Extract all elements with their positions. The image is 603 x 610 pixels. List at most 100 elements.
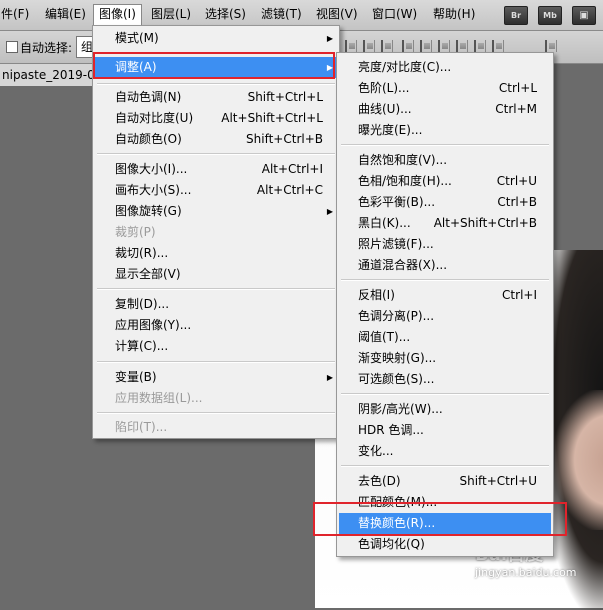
menu-item-label: 复制(D)... (115, 297, 170, 311)
menu-item-shortcut: Alt+Ctrl+I (261, 162, 323, 176)
menu-item-shortcut: Alt+Shift+Ctrl+L (221, 111, 323, 125)
mini-bridge-button[interactable]: Mb (538, 6, 562, 25)
menu-item-reveal-all[interactable]: 显示全部(V) (95, 264, 337, 285)
auto-align-layers-icon[interactable] (545, 40, 557, 52)
menu-view[interactable]: 视图(V) (311, 4, 363, 25)
watermark-url: jingyan.baidu.com (475, 566, 577, 579)
menu-separator (97, 153, 335, 155)
menu-item-hdr-toning[interactable]: HDR 色调... (339, 420, 551, 441)
align-middle-icon[interactable] (363, 40, 375, 52)
menu-item-label: 色调分离(P)... (358, 309, 435, 323)
menu-item-shortcut: Shift+Ctrl+U (459, 474, 537, 488)
menu-item-exposure[interactable]: 曝光度(E)... (339, 120, 551, 141)
auto-select-checkbox[interactable] (6, 41, 18, 53)
distribute-center-icon[interactable] (474, 40, 486, 52)
menu-image[interactable]: 图像(I) (93, 4, 142, 25)
menu-item-label: 自动色调(N) (115, 90, 182, 104)
menu-help[interactable]: 帮助(H) (428, 4, 480, 25)
menu-item-image-size[interactable]: 图像大小(I)... Alt+Ctrl+I (95, 159, 337, 180)
align-bottom-icon[interactable] (381, 40, 393, 52)
distribute-right-icon[interactable] (492, 40, 504, 52)
screen-mode-icon[interactable]: ▣ (572, 6, 596, 25)
menu-item-auto-tone[interactable]: 自动色调(N) Shift+Ctrl+L (95, 87, 337, 108)
menu-item-trim[interactable]: 裁切(R)... (95, 243, 337, 264)
menu-item-shortcut: Ctrl+I (502, 288, 537, 302)
menu-item-label: 亮度/对比度(C)... (358, 60, 452, 74)
menu-item-label: 裁切(R)... (115, 246, 169, 260)
menu-edit[interactable]: 编辑(E) (40, 4, 91, 25)
menu-item-label: 曲线(U)... (358, 102, 412, 116)
align-top-icon[interactable] (345, 40, 357, 52)
menu-filter[interactable]: 滤镜(T) (256, 4, 307, 25)
menu-item-calculations[interactable]: 计算(C)... (95, 336, 337, 357)
menu-item-label: 反相(I) (358, 288, 395, 302)
menu-item-auto-contrast[interactable]: 自动对比度(U) Alt+Shift+Ctrl+L (95, 108, 337, 129)
menu-item-apply-data-set[interactable]: 应用数据组(L)... (95, 388, 337, 409)
menu-item-auto-color[interactable]: 自动颜色(O) Shift+Ctrl+B (95, 129, 337, 150)
menu-item-selective-color[interactable]: 可选颜色(S)... (339, 369, 551, 390)
menu-item-variations[interactable]: 变化... (339, 441, 551, 462)
menu-item-label: 黑白(K)... (358, 216, 411, 230)
menu-item-trap[interactable]: 陷印(T)... (95, 417, 337, 438)
menu-select[interactable]: 选择(S) (200, 4, 251, 25)
menu-item-label: 图像旋转(G) (115, 204, 182, 218)
menu-item-label: 模式(M) (115, 31, 159, 45)
menu-item-label: 通道混合器(X)... (358, 258, 448, 272)
distribute-middle-icon[interactable] (420, 40, 432, 52)
menu-item-image-rotation[interactable]: 图像旋转(G) ▶ (95, 201, 337, 222)
menu-item-black-white[interactable]: 黑白(K)... Alt+Shift+Ctrl+B (339, 213, 551, 234)
adjustments-submenu: 亮度/对比度(C)... 色阶(L)... Ctrl+L 曲线(U)... Ctrl… (336, 52, 554, 557)
menu-file[interactable]: 件(F) (0, 4, 34, 25)
menu-item-threshold[interactable]: 阈值(T)... (339, 327, 551, 348)
menu-item-posterize[interactable]: 色调分离(P)... (339, 306, 551, 327)
distribute-left-icon[interactable] (456, 40, 468, 52)
document-tab[interactable]: nipaste_2019-08-1 (0, 64, 95, 86)
menu-item-variables[interactable]: 变量(B) ▶ (95, 367, 337, 388)
menu-item-label: 画布大小(S)... (115, 183, 192, 197)
menu-item-label: 可选颜色(S)... (358, 372, 435, 386)
menu-item-gradient-map[interactable]: 渐变映射(G)... (339, 348, 551, 369)
menu-item-shortcut: Shift+Ctrl+B (246, 132, 323, 146)
menu-item-color-balance[interactable]: 色彩平衡(B)... Ctrl+B (339, 192, 551, 213)
menu-window[interactable]: 窗口(W) (367, 4, 422, 25)
menu-item-shortcut: Shift+Ctrl+L (247, 90, 323, 104)
menu-item-label: 曝光度(E)... (358, 123, 423, 137)
menu-item-vibrance[interactable]: 自然饱和度(V)... (339, 150, 551, 171)
menu-item-crop[interactable]: 裁剪(P) (95, 222, 337, 243)
menu-item-desaturate[interactable]: 去色(D) Shift+Ctrl+U (339, 471, 551, 492)
menu-item-label: 显示全部(V) (115, 267, 181, 281)
submenu-arrow-icon: ▶ (326, 207, 333, 216)
menu-item-hue-saturation[interactable]: 色相/饱和度(H)... Ctrl+U (339, 171, 551, 192)
menu-item-shadows-highlights[interactable]: 阴影/高光(W)... (339, 399, 551, 420)
menu-item-label: 去色(D) (358, 474, 401, 488)
image-menu-dropdown: 模式(M) ▶ 调整(A) ▶ 自动色调(N) Shift+Ctrl+L 自动对比度(… (92, 25, 340, 439)
menu-item-photo-filter[interactable]: 照片滤镜(F)... (339, 234, 551, 255)
distribute-top-icon[interactable] (402, 40, 414, 52)
menu-separator (341, 465, 549, 467)
menu-item-invert[interactable]: 反相(I) Ctrl+I (339, 285, 551, 306)
menu-item-label: 色相/饱和度(H)... (358, 174, 452, 188)
menu-item-label: 自动对比度(U) (115, 111, 194, 125)
menu-item-duplicate[interactable]: 复制(D)... (95, 294, 337, 315)
menu-separator (97, 361, 335, 363)
menu-item-apply-image[interactable]: 应用图像(Y)... (95, 315, 337, 336)
menu-item-label: 渐变映射(G)... (358, 351, 437, 365)
menu-layer[interactable]: 图层(L) (146, 4, 196, 25)
menu-item-shortcut: Alt+Ctrl+C (256, 183, 323, 197)
menu-item-curves[interactable]: 曲线(U)... Ctrl+M (339, 99, 551, 120)
menu-item-canvas-size[interactable]: 画布大小(S)... Alt+Ctrl+C (95, 180, 337, 201)
menu-item-brightness-contrast[interactable]: 亮度/对比度(C)... (339, 57, 551, 78)
menu-item-label: 阴影/高光(W)... (358, 402, 443, 416)
menu-item-label: 照片滤镜(F)... (358, 237, 434, 251)
bridge-button[interactable]: Br (504, 6, 528, 25)
menu-item-channel-mixer[interactable]: 通道混合器(X)... (339, 255, 551, 276)
menu-item-mode[interactable]: 模式(M) ▶ (95, 28, 337, 49)
menu-item-equalize[interactable]: 色调均化(Q) (339, 534, 551, 555)
menu-item-label: 图像大小(I)... (115, 162, 188, 176)
menu-separator (97, 83, 335, 85)
menu-item-shortcut: Ctrl+B (497, 195, 537, 209)
menu-item-levels[interactable]: 色阶(L)... Ctrl+L (339, 78, 551, 99)
distribute-bottom-icon[interactable] (438, 40, 450, 52)
menu-item-label: 阈值(T)... (358, 330, 411, 344)
menu-item-label: 自然饱和度(V)... (358, 153, 448, 167)
